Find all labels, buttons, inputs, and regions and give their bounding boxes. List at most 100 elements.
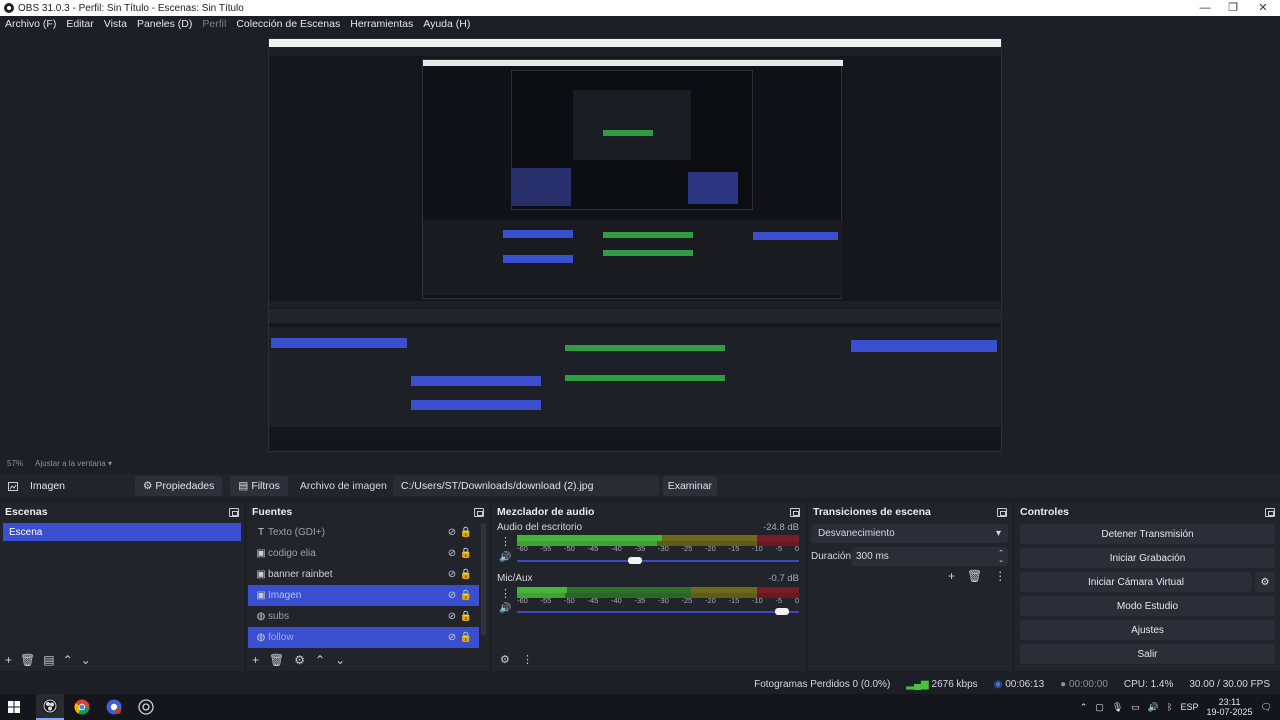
lock-icon[interactable]: 🔒 <box>459 526 473 540</box>
spinner-icon[interactable]: ⌃ ⌄ <box>998 550 1004 564</box>
undock-icon[interactable] <box>790 507 800 517</box>
filter-icon[interactable]: ▤ <box>43 653 54 667</box>
move-down-icon[interactable]: ⌄ <box>335 653 345 667</box>
menu-archivo[interactable]: Archivo (F) <box>0 18 61 30</box>
channel-db: -0.7 dB <box>768 573 799 584</box>
image-icon: ▣ <box>256 590 266 601</box>
kebab-menu-icon[interactable]: ⋮ <box>522 653 533 666</box>
source-item[interactable]: T Texto (GDI+) ⊘ 🔒 <box>248 522 479 543</box>
undock-icon[interactable] <box>1265 507 1275 517</box>
exit-button[interactable]: Salir <box>1020 644 1275 664</box>
scene-item[interactable]: Escena <box>3 523 241 541</box>
undock-icon[interactable] <box>474 507 484 517</box>
add-icon[interactable]: + <box>5 653 12 667</box>
menu-editar[interactable]: Editar <box>61 18 98 30</box>
keyboard-language[interactable]: ESP <box>1181 702 1199 712</box>
stop-stream-button[interactable]: Detener Transmisión <box>1020 524 1275 544</box>
trash-icon[interactable]: 🗑 <box>269 653 284 667</box>
zoom-fit-dropdown[interactable]: Ajustar a la ventana ▾ <box>35 459 112 468</box>
preview-canvas[interactable] <box>268 38 1002 452</box>
volume-slider-handle[interactable] <box>628 557 643 564</box>
undock-icon[interactable] <box>997 507 1007 517</box>
kebab-menu-icon[interactable]: ⋮ <box>500 587 511 600</box>
volume-slider[interactable] <box>517 560 799 562</box>
start-virtual-cam-button[interactable]: Iniciar Cámara Virtual <box>1020 572 1252 592</box>
kebab-menu-icon[interactable]: ⋮ <box>500 535 511 548</box>
source-item[interactable]: ◍ follow ⊘ 🔒 <box>248 627 479 648</box>
properties-button[interactable]: ⚙ Propiedades <box>135 476 223 496</box>
source-item[interactable]: ◍ subs ⊘ 🔒 <box>248 606 479 627</box>
source-item[interactable]: ▣ banner rainbet ⊘ 🔒 <box>248 564 479 585</box>
windows-start-icon[interactable] <box>0 694 28 720</box>
volume-slider-handle[interactable] <box>775 608 790 615</box>
clock[interactable]: 23:11 19-07-2025 <box>1207 697 1253 717</box>
record-icon: ● <box>1060 678 1067 690</box>
studio-mode-button[interactable]: Modo Estudio <box>1020 596 1275 616</box>
bluetooth-icon[interactable]: ᛒ <box>1167 702 1172 712</box>
file-path-field[interactable]: C:/Users/ST/Downloads/download (2).jpg <box>392 476 659 496</box>
lock-icon[interactable]: 🔒 <box>459 631 473 645</box>
sources-title: Fuentes <box>252 506 293 518</box>
network-icon[interactable]: ▭ <box>1131 702 1140 713</box>
chevron-up-icon[interactable]: ⌃ <box>1080 702 1088 713</box>
start-recording-button[interactable]: Iniciar Grabación <box>1020 548 1275 568</box>
speaker-icon[interactable]: 🔊 <box>499 552 511 563</box>
menu-herramientas[interactable]: Herramientas <box>345 18 418 30</box>
kebab-menu-icon[interactable]: ⋮ <box>994 569 1006 583</box>
lock-icon[interactable]: 🔒 <box>459 568 473 582</box>
speaker-icon[interactable]: 🔊 <box>499 603 511 614</box>
chrome-profile-icon[interactable] <box>100 694 128 720</box>
menu-paneles[interactable]: Paneles (D) <box>132 18 197 30</box>
minimize-button[interactable]: — <box>1190 0 1220 16</box>
move-up-icon[interactable]: ⌃ <box>315 653 325 667</box>
eye-hidden-icon[interactable]: ⊘ <box>445 589 459 603</box>
microphone-icon[interactable]: 🎙 <box>1112 702 1123 713</box>
notification-icon[interactable]: 🗨 <box>1261 702 1272 713</box>
browse-button[interactable]: Examinar <box>662 476 717 496</box>
transition-select[interactable]: Desvanecimiento ▾ <box>811 524 1008 543</box>
gear-icon: ⚙ <box>1260 576 1270 588</box>
menu-coleccion-escenas[interactable]: Colección de Escenas <box>231 18 345 30</box>
eye-hidden-icon[interactable]: ⊘ <box>445 631 459 645</box>
lock-icon[interactable]: 🔒 <box>459 547 473 561</box>
obs-logo-icon <box>4 3 14 13</box>
image-icon: ▣ <box>256 569 266 580</box>
source-item[interactable]: ▣ Imagen ⊘ 🔒 <box>248 585 479 606</box>
menu-vista[interactable]: Vista <box>99 18 132 30</box>
lock-icon[interactable]: 🔒 <box>459 589 473 603</box>
move-up-icon[interactable]: ⌃ <box>63 653 73 667</box>
trash-icon[interactable]: 🗑 <box>967 569 982 583</box>
eye-hidden-icon[interactable]: ⊘ <box>445 568 459 582</box>
eye-hidden-icon[interactable]: ⊘ <box>445 610 459 624</box>
filters-button[interactable]: ▤ Filtros <box>230 476 288 496</box>
move-down-icon[interactable]: ⌄ <box>81 653 91 667</box>
duration-spinbox[interactable]: 300 ms ⌃ ⌄ <box>852 547 1008 566</box>
eye-hidden-icon[interactable]: ⊘ <box>445 547 459 561</box>
trash-icon[interactable]: 🗑 <box>20 653 35 667</box>
stream-icon: ◉ <box>993 678 1003 690</box>
app-icon[interactable] <box>132 694 160 720</box>
controls-title: Controles <box>1020 506 1070 518</box>
obs-taskbar-icon[interactable] <box>36 694 64 720</box>
menu-ayuda[interactable]: Ayuda (H) <box>418 18 475 30</box>
eye-hidden-icon[interactable]: ⊘ <box>445 526 459 540</box>
add-icon[interactable]: + <box>948 569 955 583</box>
source-item[interactable]: ▣ codigo elia ⊘ 🔒 <box>248 543 479 564</box>
mixer-settings-icon[interactable]: ⚙ <box>500 653 510 666</box>
volume-slider[interactable] <box>517 611 799 613</box>
scenes-dock: Escenas Escena + 🗑 ▤ ⌃ ⌄ <box>0 503 244 671</box>
virtual-cam-settings-button[interactable]: ⚙ <box>1255 572 1275 592</box>
volume-icon[interactable]: 🔊 <box>1148 702 1159 713</box>
settings-button[interactable]: Ajustes <box>1020 620 1275 640</box>
menu-perfil[interactable]: Perfil <box>197 18 231 30</box>
maximize-button[interactable]: ❐ <box>1218 0 1248 16</box>
chrome-icon[interactable] <box>68 694 96 720</box>
undock-icon[interactable] <box>229 507 239 517</box>
gear-icon[interactable]: ⚙ <box>294 653 305 667</box>
scrollbar[interactable] <box>481 523 486 635</box>
close-button[interactable]: ✕ <box>1248 0 1278 16</box>
lock-icon[interactable]: 🔒 <box>459 610 473 624</box>
preview-area[interactable] <box>0 32 1280 456</box>
display-icon[interactable]: ▢ <box>1095 702 1104 713</box>
add-icon[interactable]: + <box>252 653 259 667</box>
